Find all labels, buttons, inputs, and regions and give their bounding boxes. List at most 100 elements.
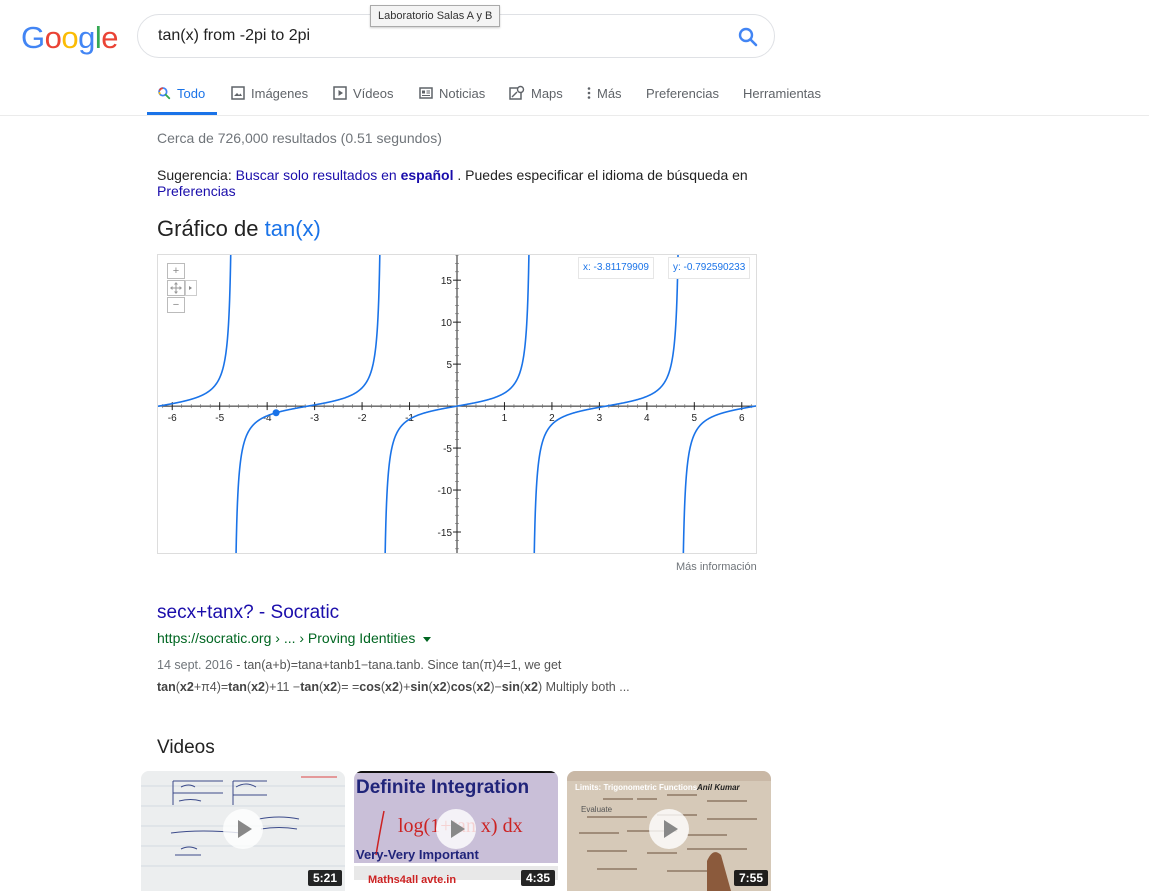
- x-readout: x: -3.81179909: [578, 257, 654, 279]
- snippet-bold-term: x2: [385, 680, 399, 694]
- play-icon[interactable]: [436, 809, 476, 849]
- x-tick-label: -5: [215, 413, 224, 424]
- result-date: 14 sept. 2016: [157, 658, 233, 672]
- video-card[interactable]: Limits: Trigonometric Functions Anil Kum…: [567, 771, 771, 891]
- triangle-right-icon: [189, 286, 192, 290]
- pan-button[interactable]: [167, 280, 185, 296]
- graph-title: Gráfico de tan(x): [157, 216, 321, 242]
- play-icon[interactable]: [223, 809, 263, 849]
- link-text: Buscar solo resultados en: [235, 167, 397, 183]
- tab-noticias[interactable]: Noticias: [419, 84, 485, 102]
- tab-label: Maps: [531, 85, 563, 101]
- x-tick-label: -2: [358, 413, 367, 424]
- snippet-bold-term: sin: [410, 680, 429, 694]
- snippet-bold-term: x2: [251, 680, 265, 694]
- y-tick-label: 10: [441, 318, 453, 329]
- dropdown-arrow-icon[interactable]: [422, 635, 432, 643]
- video-duration: 7:55: [733, 870, 768, 886]
- suggestion-suffix: . Puedes especificar el idioma de búsque…: [457, 167, 748, 183]
- tab-herramientas[interactable]: Herramientas: [743, 84, 821, 102]
- graph-title-prefix: Gráfico de: [157, 216, 259, 241]
- more-info-link[interactable]: Más información: [676, 561, 757, 573]
- video-duration: 5:21: [307, 870, 342, 886]
- zoom-out-button[interactable]: −: [167, 297, 185, 313]
- snippet-bold-term: x2: [179, 680, 194, 694]
- x-tick-label: 1: [502, 413, 508, 424]
- result-title-link[interactable]: secx+tanx? - Socratic: [157, 602, 339, 624]
- search-icon[interactable]: [736, 25, 760, 49]
- search-input[interactable]: [158, 25, 718, 47]
- pan-expand-button[interactable]: [185, 280, 197, 296]
- video-duration: 4:35: [520, 870, 555, 886]
- suggestion-prefix: Sugerencia:: [157, 167, 232, 183]
- y-readout: y: -0.792590233: [668, 257, 751, 279]
- snippet-text: )+: [398, 680, 411, 694]
- search-icon: [158, 87, 171, 100]
- y-tick-label: -5: [443, 444, 452, 455]
- x-tick-label: 3: [597, 413, 603, 424]
- logo-letter: o: [44, 20, 62, 55]
- logo-letter: g: [78, 20, 95, 55]
- snippet-bold-term: x2: [432, 680, 447, 694]
- tab-label: Preferencias: [646, 85, 719, 101]
- x-tick-label: -3: [310, 413, 319, 424]
- snippet-bold-term: tan: [157, 680, 176, 694]
- graph-plot[interactable]: -6 -5 -4 -3 -2 -1 1 2 3 4 5 615105-5-10-15: [158, 255, 756, 553]
- video-footer: Maths4all avte.in: [368, 874, 457, 886]
- play-icon[interactable]: [649, 809, 689, 849]
- map-icon: [509, 85, 525, 100]
- logo-letter: e: [101, 20, 119, 55]
- preferences-link[interactable]: Preferencias: [157, 183, 236, 199]
- image-icon: [231, 86, 245, 100]
- zoom-controls: + −: [167, 263, 185, 314]
- tab-videos[interactable]: Vídeos: [333, 84, 393, 102]
- result-url[interactable]: https://socratic.org › ... › Proving Ide…: [157, 630, 432, 646]
- logo-letter: o: [61, 20, 79, 55]
- snippet-bold-term: x2: [323, 680, 338, 694]
- tab-label: Más: [597, 85, 622, 101]
- tab-label: Noticias: [439, 85, 486, 101]
- x-tick-label: 6: [739, 413, 745, 424]
- news-icon: [419, 87, 433, 99]
- snippet-line-2: tan(x2+π4)=tan(x2)+11 −tan(x2)= =cos(x2)…: [157, 680, 630, 694]
- tab-mas[interactable]: Más: [587, 84, 622, 102]
- spanish-only-link[interactable]: Buscar solo resultados en español: [236, 167, 454, 183]
- result-url-text: https://socratic.org › ... › Proving Ide…: [157, 630, 416, 646]
- video-card[interactable]: 5:21: [141, 771, 345, 891]
- snippet-text: )= =: [337, 680, 360, 694]
- function-graph[interactable]: -6 -5 -4 -3 -2 -1 1 2 3 4 5 6 15 10 5 -5 -10 -15 + − x: -…: [157, 254, 757, 554]
- more-vert-icon: [587, 87, 591, 99]
- snippet-text: +π4)=: [193, 680, 229, 694]
- tab-label: Todo: [177, 85, 206, 101]
- move-icon: [170, 282, 182, 294]
- snippet-bold-term: cos: [450, 680, 473, 694]
- x-tick-label: 5: [692, 413, 698, 424]
- video-card[interactable]: Definite Integration log(1+tan x) dx Ver…: [354, 771, 558, 891]
- tab-imagenes[interactable]: Imágenes: [231, 84, 308, 102]
- video-title-overlay: Definite Integration: [356, 777, 530, 798]
- x-tick-label: -6: [168, 413, 177, 424]
- videos-heading: Videos: [157, 737, 215, 758]
- video-subtitle: Very-Very Important: [356, 847, 479, 862]
- logo-letter: G: [21, 20, 45, 55]
- y-tick-label: 5: [446, 360, 452, 371]
- y-tick-label: 15: [441, 276, 453, 287]
- snippet-text: )−: [490, 680, 502, 694]
- snippet-text: )+11 −: [265, 680, 301, 694]
- link-bold: español: [400, 167, 454, 183]
- highlight-point: [272, 409, 280, 417]
- tab-preferencias[interactable]: Preferencias: [646, 84, 719, 102]
- snippet-bold-term: tan: [228, 680, 247, 694]
- snippet-line-1: - tan(a+b)=tana+tanb1−tana.tanb. Since t…: [232, 658, 562, 672]
- video-author: Anil Kumar: [697, 783, 740, 792]
- google-logo[interactable]: Google: [21, 20, 119, 56]
- tan-branch: [682, 405, 756, 553]
- tooltip: Laboratorio Salas A y B: [370, 5, 501, 27]
- video-title-overlay: Limits: Trigonometric Functions: [575, 783, 698, 792]
- y-tick-label: -10: [438, 486, 453, 497]
- tab-todo[interactable]: Todo: [157, 84, 205, 102]
- tab-maps[interactable]: Maps: [509, 84, 563, 102]
- header-divider: [0, 115, 1149, 116]
- snippet-bold-term: sin: [501, 680, 520, 694]
- zoom-in-button[interactable]: +: [167, 263, 185, 279]
